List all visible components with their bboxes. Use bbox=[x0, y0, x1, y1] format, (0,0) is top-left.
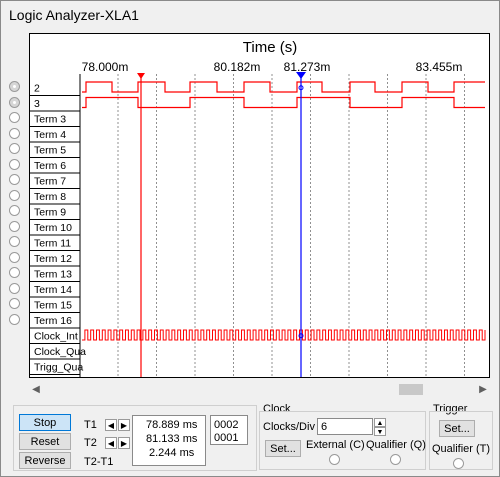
channel-radio[interactable] bbox=[9, 174, 20, 185]
channel-radio[interactable] bbox=[9, 158, 20, 170]
signal-label: Term 11 bbox=[34, 238, 71, 250]
channel-radio[interactable] bbox=[9, 143, 20, 154]
signal-label: 2 bbox=[34, 83, 40, 95]
reverse-button[interactable]: Reverse bbox=[19, 452, 71, 469]
signal-label: Term 15 bbox=[34, 300, 72, 312]
scroll-right-icon[interactable]: ▶ bbox=[476, 382, 490, 397]
logic-analyzer-window: Logic Analyzer-XLA1 Time (s) 78.000m 80.18… bbox=[0, 0, 500, 477]
channel-radio[interactable] bbox=[9, 127, 20, 139]
channel-radio[interactable] bbox=[9, 298, 20, 309]
t2-right-arrow-icon[interactable]: ▶ bbox=[118, 437, 130, 449]
signal-label: Clock_Qua bbox=[34, 346, 86, 358]
qualifier-q-radio[interactable] bbox=[390, 454, 401, 465]
t1-time-value: 78.889 ms bbox=[146, 419, 198, 431]
window-title: Logic Analyzer-XLA1 bbox=[9, 7, 139, 23]
signal-2-trace bbox=[82, 81, 485, 93]
t1-label: T1 bbox=[84, 419, 97, 431]
channel-radio[interactable] bbox=[9, 313, 20, 325]
signal-label: Term 13 bbox=[34, 269, 72, 281]
t1-cursor-marker bbox=[137, 73, 145, 79]
channel-radio[interactable] bbox=[9, 267, 20, 278]
clock-int-trace bbox=[82, 329, 486, 341]
signal-label: Term 14 bbox=[34, 284, 72, 296]
t2-label: T2 bbox=[84, 437, 97, 449]
channel-radio[interactable] bbox=[9, 251, 20, 263]
horizontal-scrollbar[interactable]: ◀ ▶ bbox=[29, 382, 490, 397]
t2-left-arrow-icon[interactable]: ◀ bbox=[105, 437, 117, 449]
t2-t1-label: T2-T1 bbox=[84, 456, 114, 468]
external-radio[interactable] bbox=[329, 454, 340, 465]
stop-button[interactable]: Stop bbox=[19, 414, 71, 431]
channel-radio[interactable] bbox=[9, 189, 20, 201]
clocks-per-div-input[interactable]: 6 bbox=[317, 418, 373, 435]
time-tick-label: 81.273m bbox=[284, 60, 331, 74]
channel-radio[interactable] bbox=[9, 205, 20, 216]
signal-label: Clock_Int bbox=[34, 331, 78, 343]
signal-label: Term 16 bbox=[34, 315, 72, 327]
reset-button[interactable]: Reset bbox=[19, 433, 71, 450]
channel-selector-strip bbox=[1, 33, 29, 378]
signal-label: Term 9 bbox=[34, 207, 66, 219]
time-axis-title: Time (s) bbox=[243, 39, 297, 56]
external-label: External (C) bbox=[306, 439, 365, 451]
signal-label: Term 8 bbox=[34, 191, 66, 203]
cursor-time-readout: 78.889 ms 81.133 ms 2.244 ms bbox=[132, 415, 206, 466]
trigger-set-button[interactable]: Set... bbox=[439, 420, 475, 437]
signal-label: Term 5 bbox=[34, 145, 66, 157]
qualifier-q-label: Qualifier (Q) bbox=[366, 439, 426, 451]
clocks-per-div-value: 6 bbox=[321, 421, 328, 433]
qualifier-t-label: Qualifier (T) bbox=[432, 443, 491, 455]
channel-radio[interactable] bbox=[9, 81, 20, 92]
cursor-value-readout: 0002 0001 bbox=[210, 415, 248, 445]
clock-set-button[interactable]: Set... bbox=[265, 440, 301, 457]
t1-left-arrow-icon[interactable]: ◀ bbox=[105, 419, 117, 431]
time-tick-label: 80.182m bbox=[214, 60, 261, 74]
channel-radio[interactable] bbox=[9, 112, 20, 123]
qualifier-t-radio[interactable] bbox=[453, 458, 464, 469]
signal-label: Term 7 bbox=[34, 176, 66, 188]
t2-cursor-marker bbox=[296, 72, 306, 79]
channel-radio[interactable] bbox=[9, 96, 20, 108]
signal-label: Term 6 bbox=[34, 160, 66, 172]
clocks-per-div-label: Clocks/Div bbox=[263, 421, 315, 433]
channel-radio[interactable] bbox=[9, 236, 20, 247]
t1-hex-value: 0002 bbox=[214, 419, 239, 431]
delta-time-value: 2.244 ms bbox=[149, 447, 195, 459]
scroll-thumb[interactable] bbox=[399, 384, 423, 395]
t2-hex-value: 0001 bbox=[214, 432, 239, 444]
time-tick-label: 83.455m bbox=[416, 60, 463, 74]
waveform-display[interactable]: Time (s) 78.000m 80.182m 81.273m 83.455m 2 3 Te… bbox=[29, 33, 490, 378]
channel-radio[interactable] bbox=[9, 220, 20, 232]
signal-label: Term 12 bbox=[34, 253, 72, 265]
time-tick-label: 78.000m bbox=[82, 60, 129, 74]
waveform-svg: Time (s) 78.000m 80.182m 81.273m 83.455m 2 3 Te… bbox=[30, 39, 486, 377]
t1-right-arrow-icon[interactable]: ▶ bbox=[118, 419, 130, 431]
signal-label: Trigg_Qua bbox=[34, 362, 83, 374]
signal-3-trace bbox=[82, 96, 485, 109]
spin-up-icon[interactable]: ▲ bbox=[374, 418, 386, 427]
signal-label: Term 10 bbox=[34, 222, 72, 234]
signal-label: Term 4 bbox=[34, 129, 66, 141]
signal-label: Term 3 bbox=[34, 114, 66, 126]
scroll-left-icon[interactable]: ◀ bbox=[29, 382, 43, 397]
signal-label: 3 bbox=[34, 98, 40, 110]
channel-radio[interactable] bbox=[9, 282, 20, 294]
spin-down-icon[interactable]: ▼ bbox=[374, 427, 386, 436]
t2-time-value: 81.133 ms bbox=[146, 433, 198, 445]
